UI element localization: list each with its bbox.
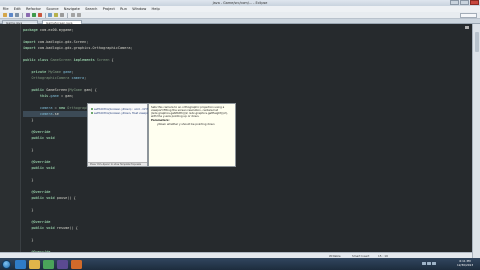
code-token: } (23, 178, 34, 182)
toolbar-separator (44, 12, 45, 18)
code-line: import com.badlogic.gdx.graphics.Orthogr… (23, 45, 133, 51)
code-token: } (23, 148, 34, 152)
code-token: private (31, 70, 47, 74)
taskbar: 6:11 PM 12/30/2013 (0, 258, 480, 270)
clock[interactable]: 6:11 PM 12/30/2013 (457, 259, 473, 267)
code-token: public (31, 166, 45, 170)
code-token: void (46, 136, 55, 140)
ie-icon[interactable] (15, 259, 26, 269)
code-token: @Override (31, 130, 51, 134)
code-token: com.badlogic.gdx.Screen; (35, 40, 89, 44)
code-token: public (31, 88, 45, 92)
code-token: public (31, 136, 45, 140)
code-editor[interactable]: package com.ex00.mygame; import com.badlo… (0, 24, 472, 258)
code-token: com.ex00.mygame; (37, 28, 74, 32)
code-token: Screen (96, 58, 110, 62)
code-token: game (50, 94, 59, 98)
back-icon[interactable] (70, 13, 75, 17)
code-token: .se (52, 112, 59, 116)
debug-icon[interactable] (25, 13, 30, 17)
javadoc-popup: Sets this camera to an orthographic proj… (148, 103, 236, 167)
code-token: camera (71, 76, 85, 80)
close-button[interactable] (470, 0, 479, 5)
new-class-icon[interactable] (48, 13, 52, 17)
code-token: public (31, 226, 45, 230)
toolbar-separator (67, 12, 68, 18)
code-token: public (31, 196, 45, 200)
save-icon[interactable] (9, 13, 13, 17)
code-token: } (23, 118, 34, 122)
code-token: com.badlogic.gdx.graphics.OrthographicCa… (35, 46, 133, 50)
vertical-scrollbar[interactable] (472, 24, 480, 258)
code-token: pause() { (54, 196, 76, 200)
code-token: OrthographicCamera (31, 76, 70, 80)
network-icon[interactable] (422, 261, 426, 265)
toolbar-separator (22, 12, 23, 18)
code-token: game (63, 70, 72, 74)
forward-icon[interactable] (76, 13, 81, 17)
code-token: @Override (31, 220, 51, 224)
start-orb-icon[interactable] (2, 259, 11, 269)
code-token: import (23, 40, 36, 44)
code-token: GameScreen (50, 58, 72, 62)
code-token: camera (39, 106, 53, 110)
public-method-icon (91, 108, 93, 110)
code-token: GameScreen( (44, 88, 70, 92)
code-token: @Override (31, 160, 51, 164)
code-token: void (46, 226, 55, 230)
code-token: } (23, 238, 34, 242)
code-token: void (46, 166, 55, 170)
content-assist-list[interactable]: setToOrtho(boolean yDown) : void - Ortho… (87, 103, 171, 167)
open-type-icon[interactable] (54, 13, 58, 17)
chrome-icon[interactable] (43, 259, 54, 269)
print-icon[interactable] (15, 13, 19, 17)
external-tools-icon[interactable] (37, 13, 42, 17)
clock-date: 12/30/2013 (457, 263, 474, 268)
scrollbar-thumb[interactable] (474, 32, 479, 52)
code-token: void (46, 196, 55, 200)
public-method-icon (91, 112, 93, 114)
code-token: gam) { (82, 88, 97, 92)
code-token: MyGame (69, 88, 83, 92)
system-tray (422, 261, 436, 265)
minimize-button[interactable] (450, 0, 459, 5)
maximize-button[interactable] (460, 0, 469, 5)
javadoc-param: yDown whether y should be pointing down (157, 121, 215, 126)
code-token: public (23, 58, 36, 62)
new-icon[interactable] (3, 13, 7, 17)
code-token: = gam; (58, 94, 74, 98)
javadoc-body: Sets this camera to an orthographic proj… (151, 104, 228, 119)
volume-icon[interactable] (427, 261, 431, 265)
code-token: ; (71, 70, 74, 74)
code-token: ; (84, 76, 87, 80)
eclipse-icon[interactable] (57, 259, 68, 269)
explorer-icon[interactable] (29, 259, 40, 269)
search-icon[interactable] (60, 13, 64, 17)
code-token: } (23, 208, 34, 212)
run-icon[interactable] (31, 13, 36, 17)
code-token: implements (73, 58, 95, 62)
code-token: @Override (31, 190, 51, 194)
line-gutter (0, 24, 21, 258)
code-token: MyGame (48, 70, 61, 74)
toolbar (0, 12, 480, 19)
firefox-icon[interactable] (71, 259, 82, 269)
code-token: import (23, 46, 36, 50)
code-token: package (23, 28, 38, 32)
overview-ruler-marker (465, 26, 469, 29)
code-token: class (37, 58, 49, 62)
flag-icon[interactable] (432, 261, 436, 265)
code-token: resume() { (54, 226, 78, 230)
perspective-switcher[interactable] (460, 13, 477, 18)
code-token: { (109, 58, 114, 62)
content-assist-footer: Press 'Ctrl+Space' to show Template Prop… (88, 162, 147, 166)
code-token: camera (39, 112, 53, 116)
